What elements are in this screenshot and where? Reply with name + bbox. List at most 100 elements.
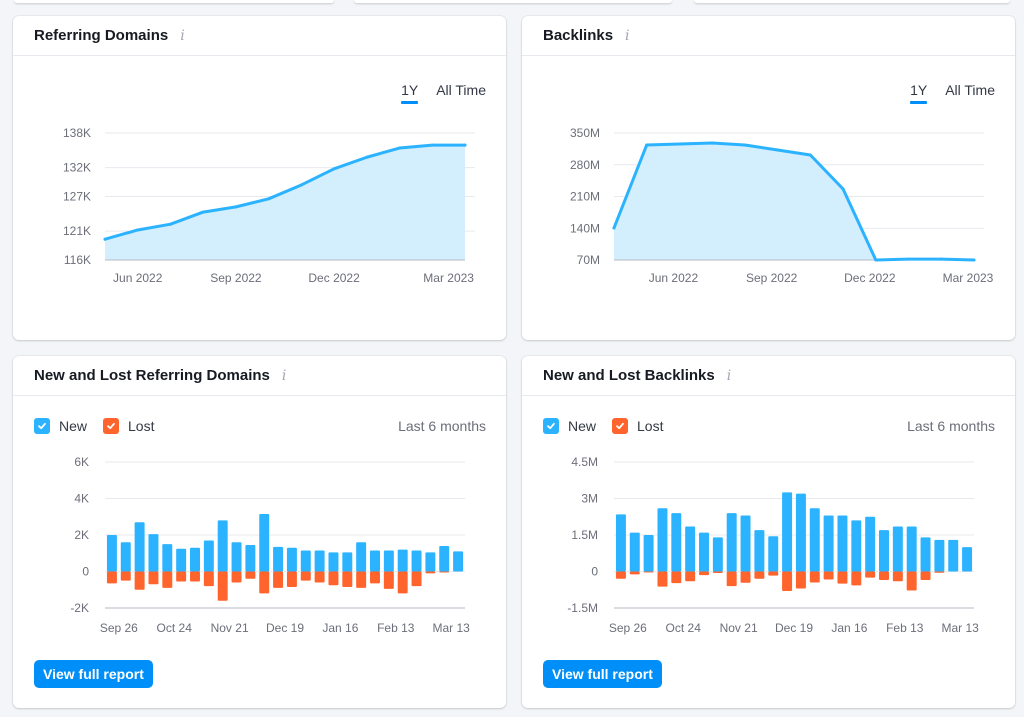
data-point [677,142,681,146]
new-lost-referring-domains-card: New and Lost Referring Domains i New Los… [13,356,506,708]
data-point [267,197,271,201]
y-tick-label: 2K [74,528,89,542]
y-tick-label: 4K [74,492,89,506]
view-full-report-button[interactable]: View full report [543,660,662,688]
data-point [136,228,140,232]
data-point [907,257,911,261]
data-point [463,143,467,147]
x-tick-label: Jun 2022 [649,271,699,285]
referring-domains-chart: 116K 121K 127K 132K 138K Jun 2022 Sep 2022 Dec … [63,126,475,285]
bar-new [948,539,959,572]
bar-lost [920,571,931,581]
y-tick-label: 116K [64,253,91,267]
bar-new [134,522,145,572]
bar-lost [217,571,228,601]
bar-new [809,508,820,572]
bar-new [920,537,931,572]
data-point [332,167,336,171]
data-point [710,141,714,145]
bar-lost [615,571,626,579]
y-tick-label: 280M [570,158,600,172]
backlinks-card: Backlinks i 1Y All Time 70M 140M 210M 280M 3… [522,16,1015,340]
y-tick-label: -2K [70,601,89,615]
bar-new [906,526,917,572]
bar-new [685,526,696,572]
x-tick-label: Nov 21 [211,621,249,635]
y-tick-label: 140M [570,221,600,235]
bar-lost [328,571,339,586]
bar-new [106,535,117,572]
x-tick-label: Mar 13 [432,621,470,635]
bar-new [273,546,284,572]
bar-new [370,550,380,572]
bar-lost [629,571,640,575]
bar-new [712,537,723,572]
bar-new [823,515,834,572]
bar-new [699,532,709,572]
bar-lost [726,571,737,587]
bar-lost [795,571,806,589]
bar-lost [411,571,422,587]
bar-lost [740,571,751,583]
bar-lost [397,571,408,594]
y-tick-label: 350M [570,126,600,140]
x-tick-label: Feb 13 [886,621,924,635]
bar-lost [685,571,696,582]
bar-new [120,542,131,572]
bar-new [245,545,256,572]
data-point [808,153,812,157]
x-tick-label: Jan 16 [831,621,867,635]
bar-lost [300,571,311,581]
bar-lost [383,571,394,589]
data-point [299,183,303,187]
data-point [365,155,369,159]
new-lost-backlinks-chart: -1.5M 0 1.5M 3M 4.5M Sep 26 Oct 24 Nov 21 Dec 19… [567,455,979,635]
bar-new [356,542,367,572]
data-point [201,210,205,214]
bar-new [643,535,654,572]
bar-new [879,530,889,572]
bar-lost [148,571,159,585]
bar-new [768,536,779,572]
area-fill [105,145,465,260]
data-point [874,258,878,262]
bar-lost [657,571,668,587]
x-tick-label: Dec 19 [266,621,304,635]
bar-new [176,548,187,572]
bar-new [740,515,751,572]
bar-lost [754,571,765,579]
y-tick-label: 6K [74,455,89,469]
y-tick-label: 70M [577,253,600,267]
y-tick-label: 210M [570,190,600,204]
bar-lost [712,571,723,573]
data-point [841,187,845,191]
view-full-report-button[interactable]: View full report [34,660,153,688]
bar-lost [934,571,945,573]
x-tick-label: Dec 19 [775,621,813,635]
data-point [103,237,107,241]
bar-lost [671,571,682,584]
x-tick-label: Nov 21 [720,621,758,635]
y-tick-label: 127K [63,190,91,204]
top-card-edge-2 [354,0,672,3]
bar-new [837,515,848,572]
bar-new [726,513,737,572]
bar-lost [851,571,862,586]
x-tick-label: Oct 24 [157,621,193,635]
bar-new [217,520,228,572]
bar-new [782,492,793,572]
bar-lost [273,571,284,588]
y-tick-label: 0 [82,565,89,579]
bar-new [851,520,862,572]
bar-new [411,550,422,572]
bar-new [439,545,450,572]
data-point [612,226,616,230]
bar-lost [370,571,380,584]
bar-new [286,547,297,572]
y-tick-label: 138K [63,126,91,140]
x-tick-label: Sep 26 [100,621,138,635]
bar-new [203,540,214,572]
bar-lost [356,571,367,588]
bar-lost [643,571,654,573]
y-tick-label: 121K [63,224,91,238]
